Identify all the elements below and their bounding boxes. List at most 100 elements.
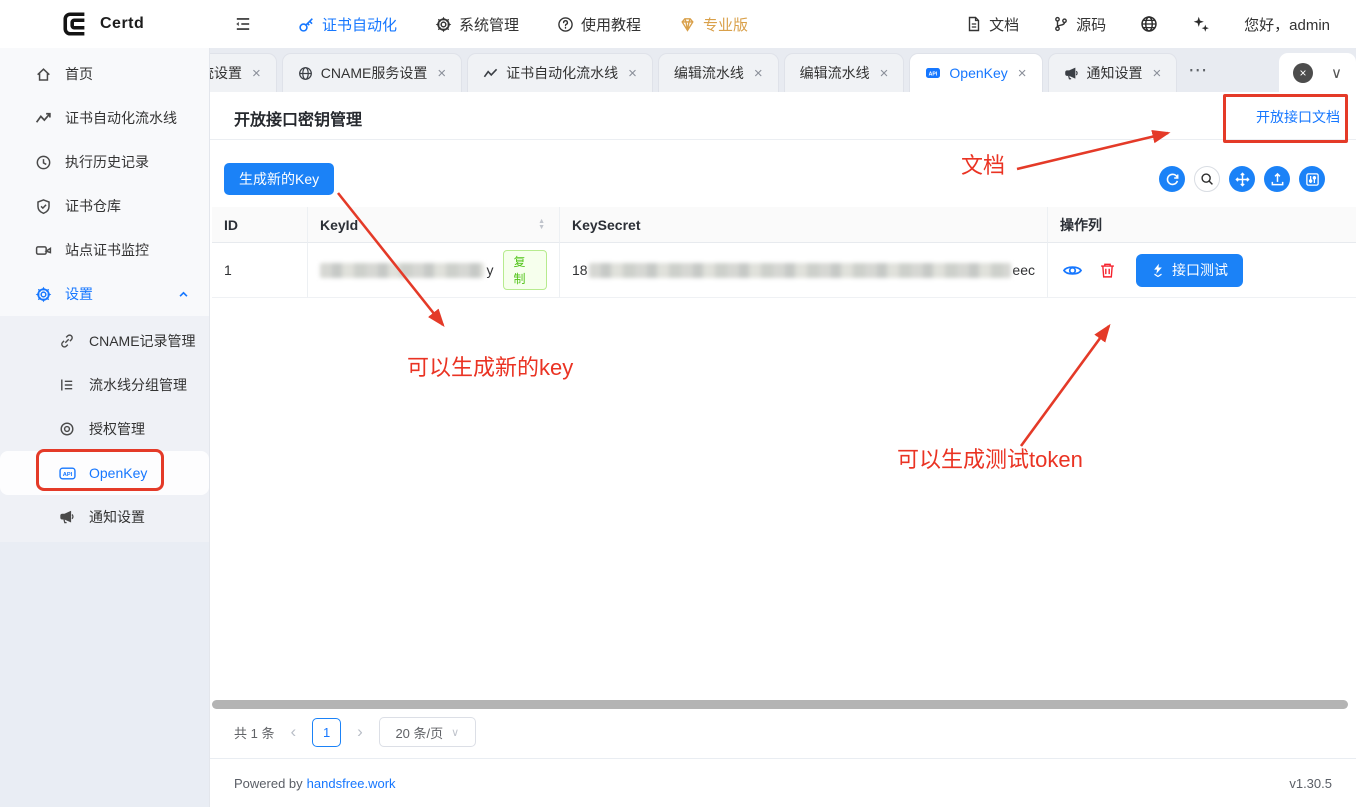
- tab-notification-settings[interactable]: 通知设置 ×: [1048, 53, 1178, 92]
- prev-page-icon[interactable]: ‹: [290, 722, 296, 742]
- tab-label: 编辑流水线: [674, 63, 744, 83]
- nav-system-management[interactable]: 系统管理: [435, 14, 519, 35]
- close-icon[interactable]: ×: [437, 66, 446, 81]
- language-globe-icon[interactable]: [1140, 15, 1158, 33]
- openkey-table: ID KeyId ▲▼ KeySecret 操作列 1 y 复制 18: [212, 207, 1356, 298]
- target-icon: [58, 421, 76, 437]
- sort-desc-icon[interactable]: ▼: [538, 225, 545, 231]
- copy-button[interactable]: 复制: [503, 250, 547, 290]
- sidebar-item-authorization[interactable]: 授权管理: [0, 407, 209, 451]
- top-header: Certd 证书自动化 系统管理 使用教程 专业版: [0, 0, 1356, 48]
- move-button[interactable]: [1229, 166, 1255, 192]
- redacted-keysecret: [589, 263, 1012, 278]
- home-icon: [34, 66, 52, 83]
- column-settings-button[interactable]: [1299, 166, 1325, 192]
- source-code-link[interactable]: 源码: [1053, 14, 1106, 35]
- tab-openkey[interactable]: API OpenKey ×: [909, 53, 1042, 92]
- sidebar-item-label: 首页: [65, 64, 93, 84]
- sidebar-item-home[interactable]: 首页: [0, 52, 209, 96]
- menu-fold-icon[interactable]: [234, 15, 252, 33]
- pulse-chart-icon: [483, 66, 498, 81]
- page-footer: Powered by handsfree.work v1.30.5: [210, 758, 1356, 807]
- tab-cert-pipelines[interactable]: 证书自动化流水线 ×: [467, 53, 653, 92]
- user-greeting[interactable]: 您好，admin: [1244, 14, 1330, 35]
- sidebar-item-label: 证书自动化流水线: [65, 108, 177, 128]
- table-row: 1 y 复制 18 eec: [212, 243, 1356, 298]
- certd-logo-icon: [60, 9, 90, 39]
- sidebar-item-site-monitor[interactable]: 站点证书监控: [0, 228, 209, 272]
- gear-icon: [34, 286, 52, 303]
- sidebar-item-notifications[interactable]: 通知设置: [0, 495, 209, 539]
- close-icon[interactable]: ×: [754, 66, 763, 81]
- nav-pro-version[interactable]: 专业版: [679, 14, 748, 35]
- nav-tutorial[interactable]: 使用教程: [557, 14, 641, 35]
- sidebar-item-cname-records[interactable]: CNAME记录管理: [0, 319, 209, 363]
- view-eye-icon[interactable]: [1062, 260, 1083, 281]
- top-nav: 证书自动化 系统管理 使用教程 专业版: [298, 14, 748, 35]
- tab-label: CNAME服务设置: [321, 63, 428, 83]
- source-label: 源码: [1076, 14, 1106, 35]
- sort-icons[interactable]: ▲▼: [538, 219, 545, 231]
- close-icon[interactable]: ×: [1018, 66, 1027, 81]
- sidebar-item-label: 站点证书监控: [65, 240, 149, 260]
- certd-app: Certd 证书自动化 系统管理 使用教程 专业版: [0, 0, 1356, 807]
- svg-text:API: API: [929, 71, 938, 77]
- close-icon[interactable]: ×: [628, 66, 637, 81]
- sidebar-item-label: 流水线分组管理: [89, 375, 187, 395]
- git-branch-icon: [1053, 16, 1069, 32]
- sidebar-item-pipelines[interactable]: 证书自动化流水线: [0, 96, 209, 140]
- open-api-doc-link[interactable]: 开放接口文档: [1256, 107, 1340, 127]
- generate-key-button[interactable]: 生成新的Key: [224, 163, 334, 195]
- nav-label: 证书自动化: [322, 14, 397, 35]
- main-content: 开放接口密钥管理 开放接口文档 生成新的Key ID: [210, 92, 1356, 807]
- cell-id: 1: [212, 243, 308, 298]
- brand[interactable]: Certd: [0, 9, 210, 39]
- close-all-tabs-icon[interactable]: ×: [1293, 63, 1313, 83]
- gear-icon: [435, 16, 452, 33]
- close-icon[interactable]: ×: [252, 66, 261, 81]
- nav-label: 系统管理: [459, 14, 519, 35]
- handsfree-link[interactable]: handsfree.work: [307, 776, 396, 791]
- search-button[interactable]: [1194, 166, 1220, 192]
- sidebar-item-label: 证书仓库: [65, 196, 121, 216]
- tab-edit-pipeline-1[interactable]: 编辑流水线 ×: [658, 53, 779, 92]
- nav-label: 专业版: [703, 14, 748, 35]
- svg-text:API: API: [62, 472, 72, 478]
- export-button[interactable]: [1264, 166, 1290, 192]
- redacted-keyid: [320, 263, 484, 278]
- video-camera-icon: [34, 242, 52, 259]
- sidebar-item-label: CNAME记录管理: [89, 331, 196, 351]
- tab-edit-pipeline-2[interactable]: 编辑流水线 ×: [784, 53, 905, 92]
- sidebar-item-settings[interactable]: 设置: [0, 272, 209, 316]
- column-label: KeyId: [320, 217, 358, 233]
- page-header: 开放接口密钥管理 开放接口文档: [210, 92, 1356, 140]
- sidebar-item-openkey[interactable]: API OpenKey: [0, 451, 209, 495]
- delete-trash-icon[interactable]: [1099, 262, 1116, 279]
- nav-cert-automation[interactable]: 证书自动化: [298, 14, 397, 35]
- tab-settings-partial[interactable]: 统设置 ×: [210, 53, 277, 92]
- api-test-label: 接口测试: [1172, 260, 1228, 280]
- sidebar-item-pipeline-groups[interactable]: 流水线分组管理: [0, 363, 209, 407]
- more-tabs-icon[interactable]: ⋯: [1188, 59, 1208, 82]
- tab-cname-service[interactable]: CNAME服务设置 ×: [282, 53, 462, 92]
- page-number-button[interactable]: 1: [312, 718, 341, 747]
- tab-label: 通知设置: [1087, 63, 1143, 83]
- refresh-button[interactable]: [1159, 166, 1185, 192]
- next-page-icon[interactable]: ›: [357, 722, 363, 742]
- question-icon: [557, 16, 574, 33]
- sidebar-item-cert-repo[interactable]: 证书仓库: [0, 184, 209, 228]
- horizontal-scrollbar[interactable]: [212, 700, 1348, 709]
- header-right: 文档 源码 您好，admin: [966, 14, 1356, 35]
- tab-label: 统设置: [210, 63, 242, 83]
- sidebar-item-label: 通知设置: [89, 507, 145, 527]
- api-test-button[interactable]: 接口测试: [1136, 254, 1243, 287]
- docs-link[interactable]: 文档: [966, 14, 1019, 35]
- powered-by-text: Powered by: [234, 776, 303, 791]
- close-icon[interactable]: ×: [880, 66, 889, 81]
- sparkles-icon[interactable]: [1192, 15, 1210, 33]
- sidebar-item-history[interactable]: 执行历史记录: [0, 140, 209, 184]
- close-icon[interactable]: ×: [1153, 66, 1162, 81]
- nav-label: 使用教程: [581, 14, 641, 35]
- page-size-select[interactable]: 20 条/页 ∨: [379, 717, 476, 747]
- tabs-dropdown-chevron-icon[interactable]: ∨: [1331, 64, 1342, 82]
